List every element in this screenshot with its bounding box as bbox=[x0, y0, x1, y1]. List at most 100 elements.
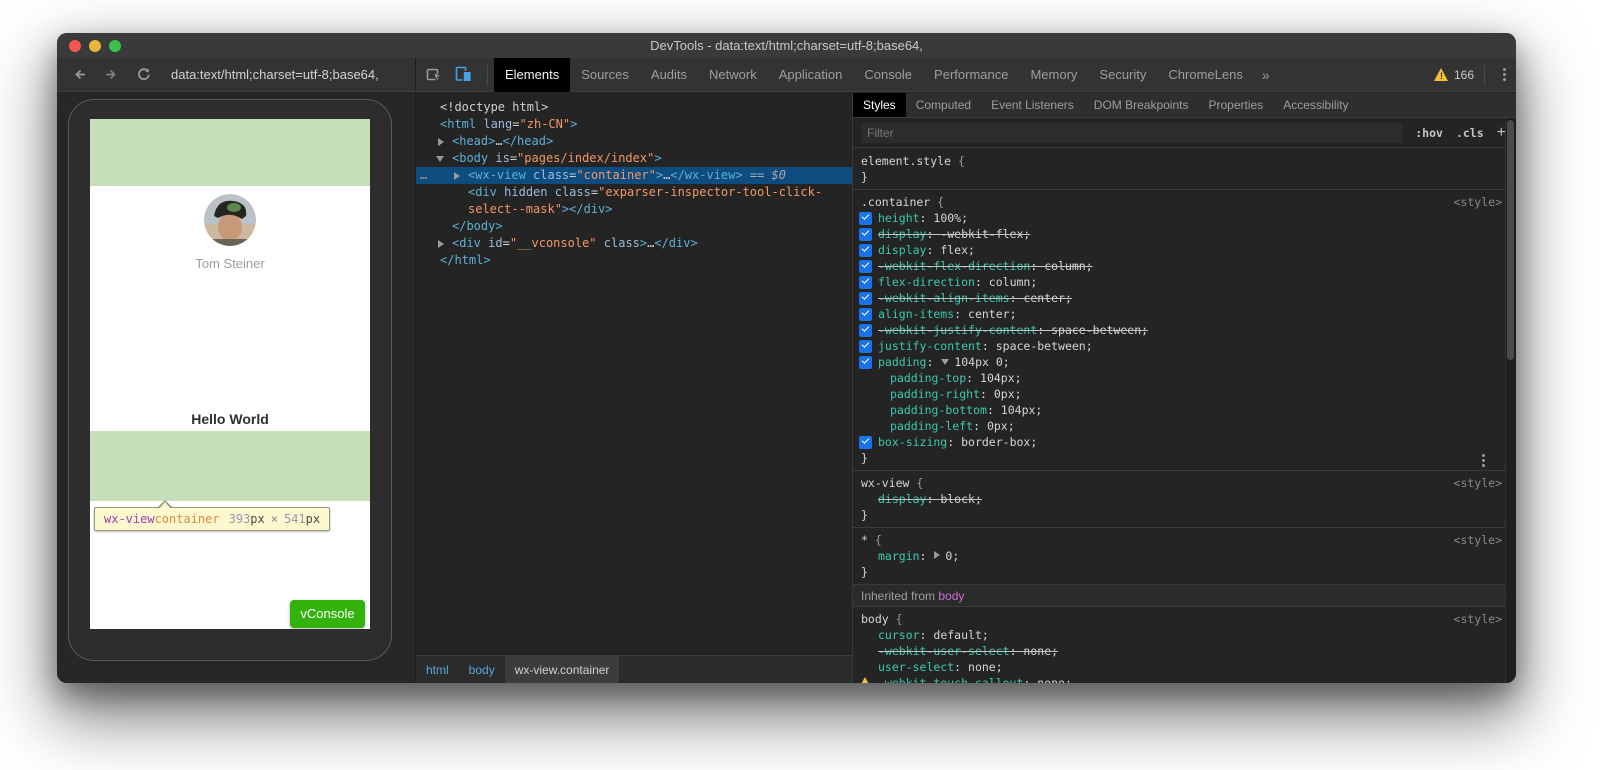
property-checkbox[interactable] bbox=[859, 244, 872, 257]
rule-selector[interactable]: body bbox=[861, 612, 889, 626]
css-property[interactable]: padding: 104px 0; bbox=[853, 354, 1505, 370]
expand-icon[interactable] bbox=[454, 167, 464, 184]
dom-tree-row[interactable]: </body> bbox=[416, 218, 852, 235]
property-checkbox[interactable] bbox=[859, 324, 872, 337]
property-checkbox[interactable] bbox=[859, 340, 872, 353]
css-property[interactable]: padding-top: 104px; bbox=[853, 370, 1505, 386]
css-property[interactable]: padding-bottom: 104px; bbox=[853, 402, 1505, 418]
avatar[interactable] bbox=[204, 194, 256, 246]
stylesheet-link[interactable]: <style> bbox=[1454, 194, 1502, 210]
stylesheet-link[interactable]: <style> bbox=[1454, 532, 1502, 548]
css-property[interactable]: user-select: none; bbox=[853, 659, 1505, 675]
tab-memory[interactable]: Memory bbox=[1019, 58, 1088, 92]
tab-performance[interactable]: Performance bbox=[923, 58, 1019, 92]
dom-tree-row[interactable]: </html> bbox=[416, 252, 852, 269]
expand-icon[interactable] bbox=[438, 235, 448, 252]
breadcrumb-item[interactable]: html bbox=[416, 656, 459, 683]
css-property[interactable]: box-sizing: border-box; bbox=[853, 434, 1505, 450]
device-emulation-panel: Tom Steiner Hello World wx-viewcontainer… bbox=[57, 93, 415, 683]
dom-tree-row[interactable]: …<wx-view class="container">…</wx-view> … bbox=[416, 167, 852, 184]
rule-menu-kebab-icon[interactable] bbox=[1482, 459, 1485, 462]
devtools-menu-kebab-icon[interactable] bbox=[1503, 73, 1506, 76]
css-property[interactable]: -webkit-align-items: center; bbox=[853, 290, 1505, 306]
tab-sources[interactable]: Sources bbox=[570, 58, 640, 92]
css-property[interactable]: -webkit-flex-direction: column; bbox=[853, 258, 1505, 274]
css-property[interactable]: justify-content: space-between; bbox=[853, 338, 1505, 354]
back-icon[interactable] bbox=[71, 66, 88, 83]
css-property[interactable]: cursor: default; bbox=[853, 627, 1505, 643]
dom-tree-row[interactable]: <body is="pages/index/index"> bbox=[416, 150, 852, 167]
styles-filter-input[interactable] bbox=[861, 123, 1403, 143]
property-checkbox[interactable] bbox=[859, 228, 872, 241]
property-checkbox[interactable] bbox=[859, 436, 872, 449]
tab-chromelens[interactable]: ChromeLens bbox=[1157, 58, 1253, 92]
toggle-hover-state-button[interactable]: :hov bbox=[1415, 126, 1443, 140]
tab-console[interactable]: Console bbox=[853, 58, 923, 92]
property-checkbox[interactable] bbox=[859, 276, 872, 289]
tab-application[interactable]: Application bbox=[768, 58, 854, 92]
tab-network[interactable]: Network bbox=[698, 58, 768, 92]
css-property[interactable]: padding-right: 0px; bbox=[853, 386, 1505, 402]
dom-tree-row[interactable]: <!doctype html> bbox=[416, 99, 852, 116]
property-checkbox[interactable] bbox=[859, 292, 872, 305]
device-toolbar-icon[interactable] bbox=[455, 66, 473, 83]
address-bar[interactable]: data:text/html;charset=utf-8;base64, bbox=[171, 67, 379, 82]
dom-tree-row[interactable]: <div id="__vconsole" class>…</div> bbox=[416, 235, 852, 252]
property-checkbox[interactable] bbox=[859, 308, 872, 321]
styles-tab-dom-breakpoints[interactable]: DOM Breakpoints bbox=[1084, 93, 1199, 117]
more-actions-dots[interactable]: … bbox=[420, 167, 428, 184]
property-checkbox[interactable] bbox=[859, 356, 872, 369]
styles-tab-styles[interactable]: Styles bbox=[853, 93, 906, 117]
css-property[interactable]: height: 100%; bbox=[853, 210, 1505, 226]
stylesheet-link[interactable]: <style> bbox=[1454, 475, 1502, 491]
dom-tree-row[interactable]: <html lang="zh-CN"> bbox=[416, 116, 852, 133]
close-window-button[interactable] bbox=[69, 40, 81, 52]
stylesheet-link[interactable]: <style> bbox=[1454, 611, 1502, 627]
toggle-class-button[interactable]: .cls bbox=[1456, 126, 1484, 140]
collapse-longhand-icon[interactable] bbox=[941, 359, 949, 365]
minimize-window-button[interactable] bbox=[89, 40, 101, 52]
styles-tab-computed[interactable]: Computed bbox=[906, 93, 981, 117]
property-checkbox[interactable] bbox=[859, 260, 872, 273]
css-property[interactable]: -webkit-user-select: none; bbox=[853, 643, 1505, 659]
css-property[interactable]: display: block; bbox=[853, 491, 1505, 507]
css-property[interactable]: -webkit-justify-content: space-between; bbox=[853, 322, 1505, 338]
styles-tab-accessibility[interactable]: Accessibility bbox=[1273, 93, 1358, 117]
dom-tree-row[interactable]: <div hidden class="exparser-inspector-to… bbox=[416, 184, 852, 201]
inspect-cursor-icon[interactable] bbox=[426, 66, 443, 83]
styles-tab-properties[interactable]: Properties bbox=[1198, 93, 1273, 117]
expand-longhand-icon[interactable] bbox=[934, 551, 940, 559]
reload-icon[interactable] bbox=[135, 66, 152, 83]
dom-tree-row[interactable]: <head>…</head> bbox=[416, 133, 852, 150]
tab-audits[interactable]: Audits bbox=[640, 58, 698, 92]
css-property[interactable]: padding-left: 0px; bbox=[853, 418, 1505, 434]
css-property[interactable]: align-items: center; bbox=[853, 306, 1505, 322]
css-property[interactable]: flex-direction: column; bbox=[853, 274, 1505, 290]
warnings-badge[interactable]: ! 166 bbox=[1434, 68, 1482, 82]
traffic-lights bbox=[69, 40, 121, 52]
rule-selector[interactable]: * bbox=[861, 533, 868, 547]
property-checkbox[interactable] bbox=[859, 212, 872, 225]
more-tabs-chevron-icon[interactable]: » bbox=[1254, 58, 1278, 92]
scrollbar-thumb[interactable] bbox=[1507, 120, 1514, 360]
styles-tab-event-listeners[interactable]: Event Listeners bbox=[981, 93, 1084, 117]
rule-selector[interactable]: element.style bbox=[861, 154, 951, 168]
css-property[interactable]: display: flex; bbox=[853, 242, 1505, 258]
breadcrumb: htmlbodywx-view.container bbox=[416, 655, 852, 683]
forward-icon[interactable] bbox=[103, 66, 120, 83]
zoom-window-button[interactable] bbox=[109, 40, 121, 52]
breadcrumb-item[interactable]: body bbox=[459, 656, 505, 683]
css-property[interactable]: display: -webkit-flex; bbox=[853, 226, 1505, 242]
dom-tree-row[interactable]: select--mask"></div> bbox=[416, 201, 852, 218]
tab-security[interactable]: Security bbox=[1088, 58, 1157, 92]
tab-elements[interactable]: Elements bbox=[494, 58, 570, 92]
vconsole-button[interactable]: vConsole bbox=[290, 600, 365, 628]
collapse-icon[interactable] bbox=[438, 150, 448, 167]
expand-icon[interactable] bbox=[438, 133, 448, 150]
breadcrumb-item[interactable]: wx-view.container bbox=[505, 656, 620, 683]
rule-selector[interactable]: wx-view bbox=[861, 476, 909, 490]
css-property[interactable]: !-webkit-touch-callout: none; bbox=[853, 675, 1505, 683]
rule-selector[interactable]: .container bbox=[861, 195, 930, 209]
css-property[interactable]: margin: 0; bbox=[853, 548, 1505, 564]
inherited-body-link[interactable]: body bbox=[938, 589, 964, 603]
